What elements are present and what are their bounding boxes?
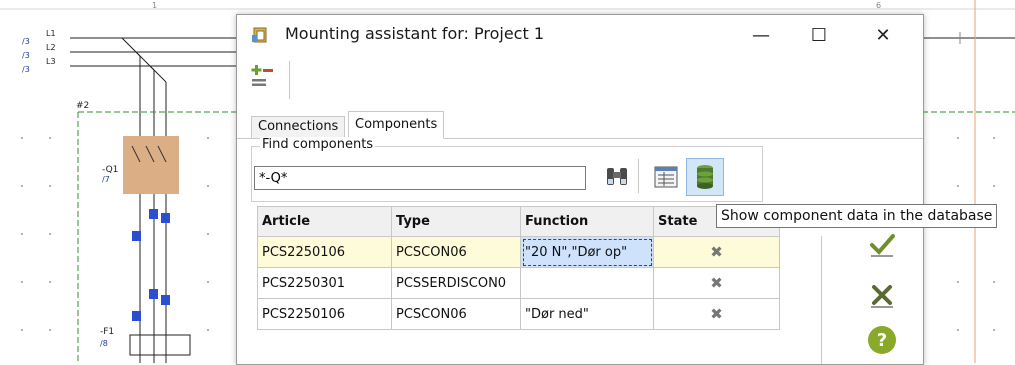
cell-article[interactable]: PCS2250106 [257, 236, 392, 268]
tab-connections[interactable]: Connections [251, 116, 346, 138]
table-row[interactable]: PCS2250301 PCSSERDISCON0 ✖ [257, 267, 780, 299]
cell-state[interactable]: ✖ [653, 236, 780, 268]
device-q1-ref: /7 [102, 175, 110, 184]
find-components-legend: Find components [260, 137, 376, 152]
title-bar[interactable]: Mounting assistant for: Project 1 — ☐ ✕ [237, 15, 923, 55]
reject-button[interactable] [867, 280, 897, 310]
dialog-title: Mounting assistant for: Project 1 [285, 24, 545, 43]
column-number-1: 1 [152, 1, 157, 10]
components-table: Article Type Function State PCS2250106 P… [257, 206, 780, 330]
find-components-group: Find components [251, 137, 763, 202]
window-app-icon [251, 26, 269, 44]
column-header-type[interactable]: Type [391, 206, 521, 237]
question-icon: ? [868, 326, 896, 354]
cell-state[interactable]: ✖ [653, 267, 780, 299]
column-header-function[interactable]: Function [520, 206, 654, 237]
terminal-2 [161, 213, 170, 223]
cell-function[interactable]: "Dør ned" [520, 298, 654, 330]
phase-label-l1: L1 [46, 29, 56, 38]
cell-function[interactable]: "20 N","Dør op" [520, 236, 654, 268]
database-icon [697, 165, 713, 189]
device-f1-ref: /8 [100, 339, 108, 348]
cross-ref-1: /3 [22, 37, 30, 46]
cell-article[interactable]: PCS2250301 [257, 267, 392, 299]
cell-function[interactable] [520, 267, 654, 299]
cross-ref-2: /3 [22, 51, 30, 60]
tab-components[interactable]: Components [348, 111, 445, 139]
cross-ref-3: /3 [22, 65, 30, 74]
cell-type[interactable]: PCSCON06 [391, 298, 521, 330]
breaker-f1-body [129, 334, 191, 356]
phase-label-l3: L3 [46, 57, 56, 66]
database-button[interactable] [686, 158, 724, 196]
accept-button[interactable] [867, 229, 897, 259]
minimize-button[interactable]: — [739, 19, 783, 51]
checkmark-icon [870, 234, 895, 257]
svg-text:?: ? [877, 330, 887, 351]
help-button[interactable]: ? [866, 324, 898, 356]
state-x-icon: ✖ [710, 305, 723, 323]
dialog-toolbar [237, 55, 923, 107]
cross-icon [871, 285, 893, 308]
table-row[interactable]: PCS2250106 PCSCON06 "20 N","Dør op" ✖ [257, 236, 780, 268]
state-x-icon: ✖ [710, 243, 723, 261]
terminal-6 [132, 311, 141, 321]
contactor-q1-body [123, 136, 179, 194]
table-header-row: Article Type Function State [257, 206, 780, 237]
column-number-6: 6 [876, 1, 881, 10]
add-remove-icon[interactable] [250, 63, 276, 89]
state-x-icon: ✖ [710, 274, 723, 292]
cell-type[interactable]: PCSCON06 [391, 236, 521, 268]
terminal-5 [161, 295, 170, 305]
tab-strip: Connections Components [237, 108, 923, 139]
mounting-assistant-dialog: Mounting assistant for: Project 1 — ☐ ✕ … [236, 14, 924, 365]
list-view-icon[interactable] [653, 164, 679, 190]
database-tooltip: Show component data in the database [716, 204, 998, 228]
device-f1-label: -F1 [100, 327, 114, 337]
device-q1-label: -Q1 [102, 165, 118, 175]
phase-label-l2: L2 [46, 43, 56, 52]
binoculars-search-icon[interactable] [604, 164, 630, 190]
cell-article[interactable]: PCS2250106 [257, 298, 392, 330]
terminal-3 [132, 231, 141, 241]
cell-type[interactable]: PCSSERDISCON0 [391, 267, 521, 299]
table-row[interactable]: PCS2250106 PCSCON06 "Dør ned" ✖ [257, 298, 780, 330]
action-panel [821, 236, 822, 364]
toolbar-separator [289, 61, 290, 99]
find-components-input[interactable] [254, 166, 586, 190]
maximize-button[interactable]: ☐ [797, 19, 841, 51]
cell-state[interactable]: ✖ [653, 298, 780, 330]
column-header-article[interactable]: Article [257, 206, 392, 237]
terminal-4 [149, 289, 158, 299]
terminal-1 [149, 209, 158, 219]
find-group-separator [638, 159, 639, 193]
group-label: #2 [76, 101, 89, 111]
close-button[interactable]: ✕ [861, 19, 905, 51]
